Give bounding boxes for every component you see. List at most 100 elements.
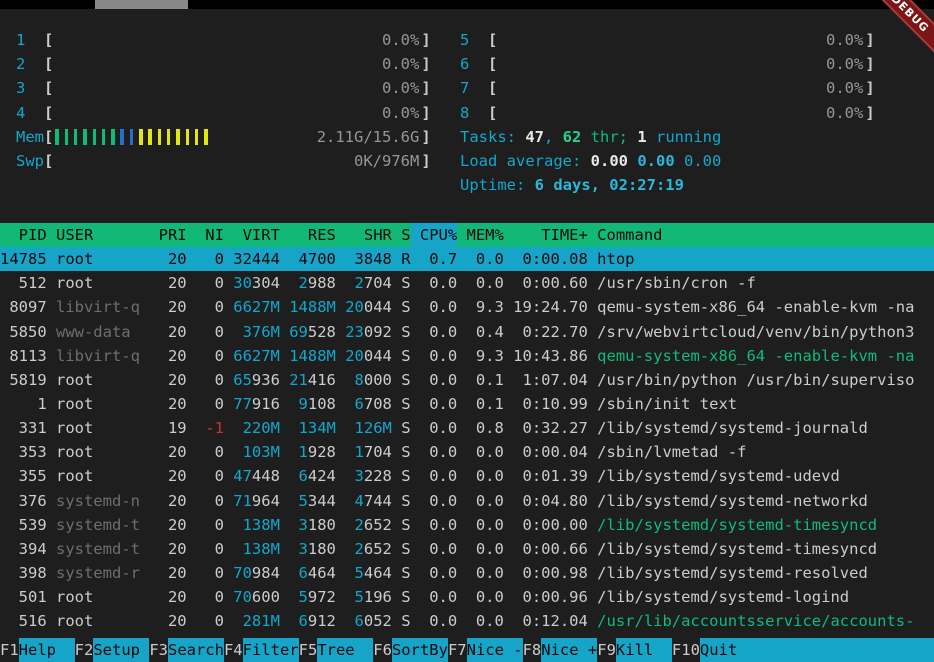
- column-header-pid[interactable]: PID: [0, 223, 47, 247]
- fkey-label-f9[interactable]: Kill: [616, 638, 672, 662]
- process-row-516[interactable]: 516root200281M69126052S0.00.00:12.04/usr…: [0, 609, 934, 633]
- cpu-meter-2-value: 0.0%: [382, 52, 419, 76]
- column-header-user[interactable]: USER: [47, 223, 150, 247]
- column-header-res[interactable]: RES: [280, 223, 336, 247]
- process-row-353[interactable]: 353root200103M19281704S0.00.00:00.04/sbi…: [0, 440, 934, 464]
- cell-time: 0:22.70: [504, 320, 588, 344]
- fkey-f7[interactable]: F7: [448, 638, 467, 662]
- fkey-f2[interactable]: F2: [75, 638, 94, 662]
- cell-shr-mb-part: 126M: [355, 419, 392, 437]
- column-header-cpu[interactable]: CPU%: [411, 223, 458, 247]
- cpu-meter-6: 6[0.0%]: [460, 52, 930, 76]
- cell-shr-mb-part: 2: [355, 274, 364, 292]
- process-row-355[interactable]: 355root2004744864243228S0.00.00:01.39/li…: [0, 464, 934, 488]
- text-segment: Uptime:: [460, 176, 535, 194]
- cell-res: 5344: [280, 489, 336, 513]
- fkey-f6[interactable]: F6: [373, 638, 392, 662]
- process-row-331[interactable]: 331root19-1220M134M126MS0.00.80:32.27/li…: [0, 416, 934, 440]
- cell-priority: 20: [149, 537, 186, 561]
- cell-command: /sbin/lvmetad -f: [588, 440, 934, 464]
- fkey-f10[interactable]: F10: [672, 638, 700, 662]
- cell-nice: 0: [187, 489, 224, 513]
- cell-res-kb-part: 180: [308, 516, 336, 534]
- fkey-label-f1[interactable]: Help: [19, 638, 75, 662]
- process-row-394[interactable]: 394systemd-t200138M31802652S0.00.00:00.6…: [0, 537, 934, 561]
- column-header-virt[interactable]: VIRT: [224, 223, 280, 247]
- cell-state: S: [392, 271, 411, 295]
- cell-virt-mb-part: 281M: [243, 612, 280, 630]
- cell-state: S: [392, 295, 411, 319]
- cell-shr-mb-part: 23: [345, 323, 364, 341]
- cell-command: /usr/lib/accountsservice/accounts-: [588, 609, 934, 633]
- cell-res-mb-part: 3: [299, 540, 308, 558]
- cell-shr-kb-part: 044: [364, 298, 392, 316]
- process-row-539[interactable]: 539systemd-t200138M31802652S0.00.00:00.0…: [0, 513, 934, 537]
- process-row-512[interactable]: 512root2003030429882704S0.00.00:00.60/us…: [0, 271, 934, 295]
- process-row-5819[interactable]: 5819root20065936214168000S0.00.11:07.04/…: [0, 368, 934, 392]
- column-header-time[interactable]: TIME+: [504, 223, 588, 247]
- column-header-mem[interactable]: MEM%: [457, 223, 504, 247]
- fkey-label-f4[interactable]: Filter: [243, 638, 299, 662]
- cell-state: S: [392, 513, 411, 537]
- fkey-label-f10[interactable]: Quit: [700, 638, 934, 662]
- meter-bracket-open: [: [488, 31, 497, 49]
- fkey-f3[interactable]: F3: [149, 638, 168, 662]
- process-row-8113[interactable]: 8113libvirt-q2006627M1488M20044S0.09.310…: [0, 344, 934, 368]
- cpu-meter-1-value: 0.0%: [382, 28, 419, 52]
- cell-pid: 394: [0, 537, 47, 561]
- cell-shr: 4744: [336, 489, 392, 513]
- cell-virt-kb-part: 984: [252, 564, 280, 582]
- cell-cpu-percent: 0.0: [411, 344, 458, 368]
- fkey-label-f5[interactable]: Tree: [317, 638, 373, 662]
- cell-user: root: [47, 440, 150, 464]
- column-header-s[interactable]: S: [392, 223, 411, 247]
- fkey-label-f6[interactable]: SortBy: [392, 638, 448, 662]
- process-row-501[interactable]: 501root2007060059725196S0.00.00:00.96/li…: [0, 585, 934, 609]
- cell-virt: 71964: [224, 489, 280, 513]
- cell-state: S: [392, 609, 411, 633]
- cell-pid: 14785: [0, 247, 47, 271]
- fkey-label-f8[interactable]: Nice +: [541, 638, 597, 662]
- column-header-shr[interactable]: SHR: [336, 223, 392, 247]
- process-row-398[interactable]: 398systemd-r2007098464645464S0.00.00:00.…: [0, 561, 934, 585]
- fkey-label-f3[interactable]: Search: [168, 638, 224, 662]
- cell-pid: 331: [0, 416, 47, 440]
- window-tab-fragment[interactable]: [95, 0, 188, 9]
- process-row-14785[interactable]: 14785root2003244447003848R0.70.00:00.08h…: [0, 247, 934, 271]
- cell-pid: 5819: [0, 368, 47, 392]
- cell-virt: 70984: [224, 561, 280, 585]
- cell-res-kb-part: 464: [308, 564, 336, 582]
- fkey-f5[interactable]: F5: [299, 638, 318, 662]
- cell-state: S: [392, 344, 411, 368]
- cell-state: S: [392, 464, 411, 488]
- fkey-f8[interactable]: F8: [523, 638, 542, 662]
- process-row-376[interactable]: 376systemd-n2007196453444744S0.00.00:04.…: [0, 489, 934, 513]
- cell-command: /lib/systemd/systemd-networkd: [588, 489, 934, 513]
- fkey-f9[interactable]: F9: [597, 638, 616, 662]
- fkey-f1[interactable]: F1: [0, 638, 19, 662]
- meter-bracket-open: [: [44, 104, 53, 122]
- process-row-8097[interactable]: 8097libvirt-q2006627M1488M20044S0.09.319…: [0, 295, 934, 319]
- cell-shr: 5464: [336, 561, 392, 585]
- cell-priority: 20: [149, 320, 186, 344]
- process-row-5850[interactable]: 5850www-data200376M6952823092S0.00.40:22…: [0, 320, 934, 344]
- cell-cpu-percent: 0.0: [411, 295, 458, 319]
- cpu-meter-8-label: 8: [460, 104, 488, 122]
- cpu-meter-1-label: 1: [16, 31, 44, 49]
- cell-time: 0:32.27: [504, 416, 588, 440]
- fkey-label-f2[interactable]: Setup: [93, 638, 149, 662]
- column-header-ni[interactable]: NI: [187, 223, 224, 247]
- cell-mem-percent: 0.0: [457, 271, 504, 295]
- cell-state: R: [392, 247, 411, 271]
- yellow-meter-tick: [195, 129, 199, 145]
- cell-mem-percent: 0.0: [457, 464, 504, 488]
- fkey-f4[interactable]: F4: [224, 638, 243, 662]
- cell-shr-kb-part: 652: [364, 540, 392, 558]
- column-header-command[interactable]: Command: [588, 223, 934, 247]
- text-segment: 6 days, 02:27:19: [535, 176, 684, 194]
- cell-shr-mb-part: 3: [355, 250, 364, 268]
- column-header-pri[interactable]: PRI: [149, 223, 186, 247]
- fkey-label-f7[interactable]: Nice -: [467, 638, 523, 662]
- process-row-1[interactable]: 1root2007791691086708S0.00.10:10.99/sbin…: [0, 392, 934, 416]
- cell-pid: 355: [0, 464, 47, 488]
